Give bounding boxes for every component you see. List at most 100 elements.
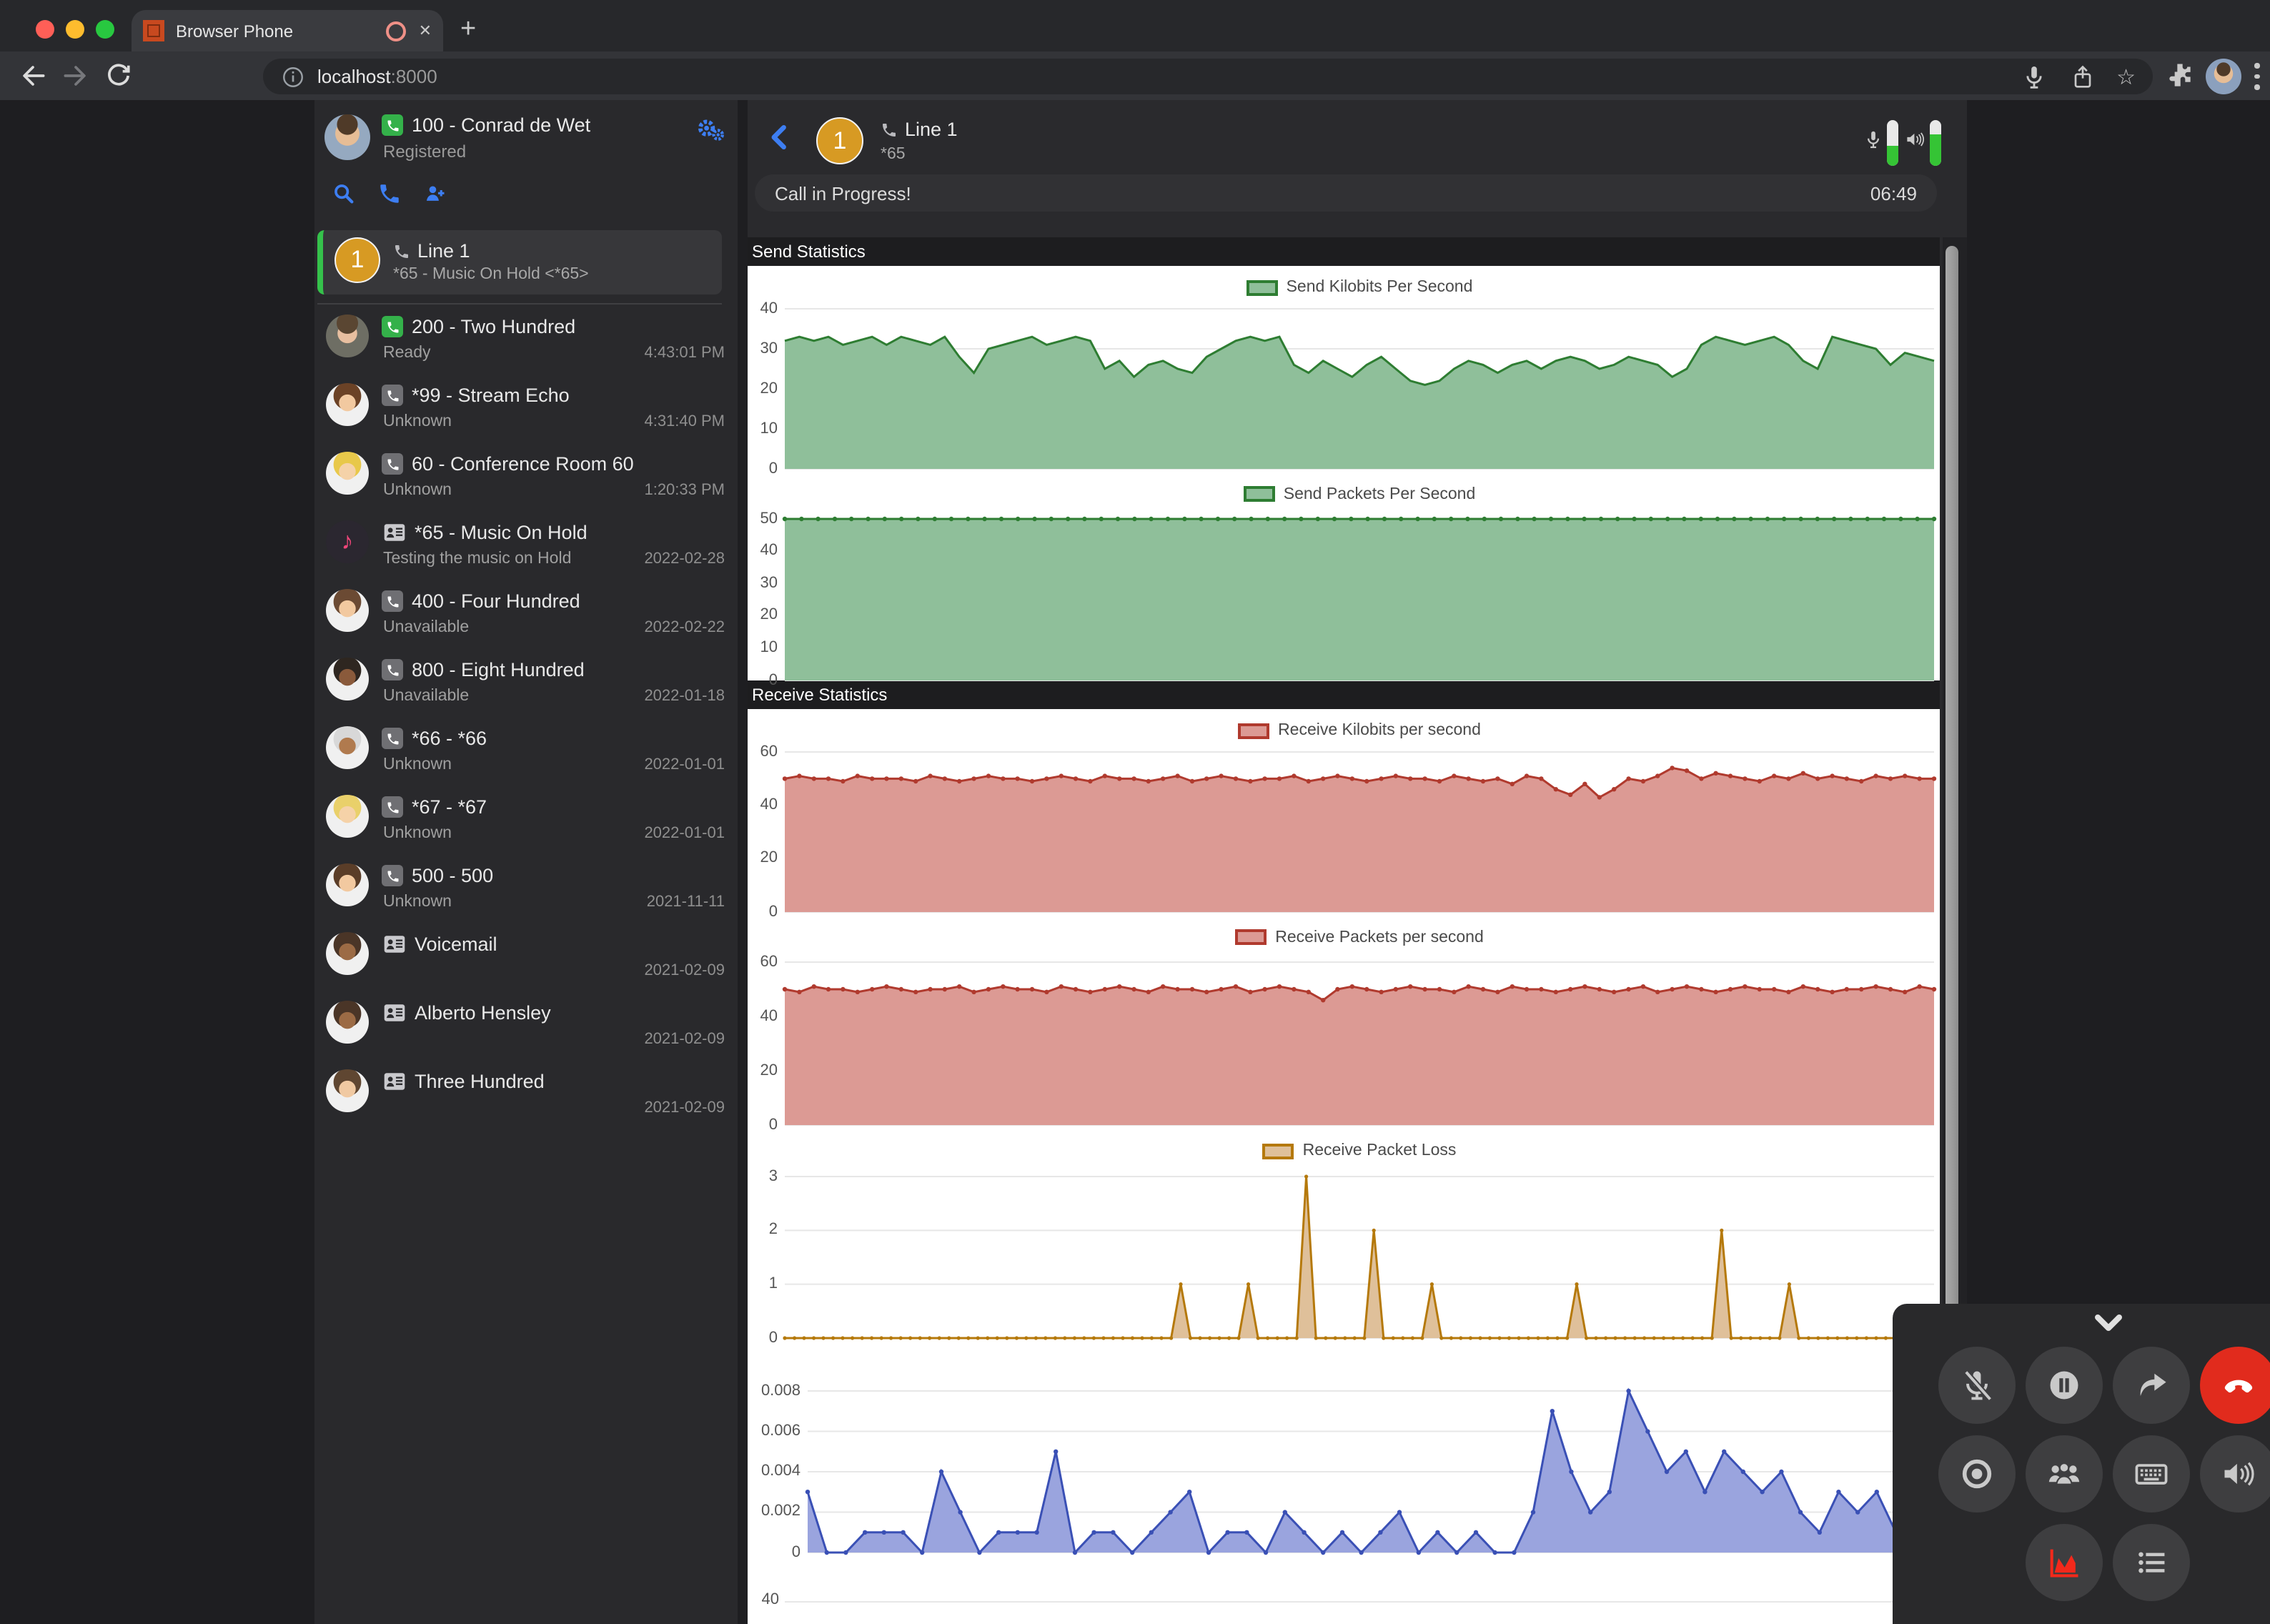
window-close-button[interactable] [36, 20, 54, 39]
back-chevron-icon[interactable] [765, 122, 796, 153]
forward-icon[interactable] [60, 60, 91, 91]
call-details-button[interactable] [2113, 1524, 2190, 1601]
buddy-list-item[interactable]: *66 - *66Unknown2022-01-01 [314, 721, 738, 789]
buddy-status: Unknown [383, 893, 452, 911]
buddy-last-activity: 2022-02-28 [644, 550, 725, 568]
divider [317, 303, 722, 304]
chart-receive-packets-per-second: Receive Packets per second6040200 [748, 912, 1940, 1125]
buddy-list-item[interactable]: 200 - Two HundredReady4:43:01 PM [314, 309, 738, 377]
y-axis-tick: 60 [748, 743, 778, 760]
chart-receive-jitter: 0.0080.0060.0040.0020 [748, 1338, 1940, 1553]
area-chart-red-icon [2046, 1544, 2083, 1581]
handset-down-icon [2220, 1367, 2257, 1404]
y-axis-tick: 20 [748, 380, 778, 397]
hangup-button[interactable] [2200, 1347, 2270, 1424]
mute-button[interactable] [1938, 1347, 2016, 1424]
buddy-list-item[interactable]: 400 - Four HundredUnavailable2022-02-22 [314, 583, 738, 652]
phone-icon [382, 865, 403, 886]
buddy-list-item[interactable]: Voicemail2021-02-09 [314, 926, 738, 995]
bookmark-star-icon[interactable]: ☆ [2116, 64, 2136, 89]
scrollbar-thumb[interactable] [1946, 246, 1958, 1340]
browser-tab[interactable]: Browser Phone ✕ [132, 10, 443, 51]
conference-button[interactable] [2026, 1435, 2103, 1512]
share-icon[interactable] [2068, 62, 2096, 91]
buddy-list-item[interactable]: 500 - 500Unknown2021-11-11 [314, 858, 738, 926]
buddy-avatar [326, 932, 369, 975]
buddy-list-item[interactable]: Three Hundred2021-02-09 [314, 1064, 738, 1132]
y-axis-tick: 1 [748, 1275, 778, 1292]
buddy-avatar [326, 863, 369, 906]
buddy-list-item[interactable]: *99 - Stream EchoUnknown4:31:40 PM [314, 377, 738, 446]
browser-profile-avatar[interactable] [2206, 59, 2241, 94]
statistics-button[interactable] [2026, 1524, 2103, 1601]
line-title: Line 1 [417, 240, 470, 262]
hold-button[interactable] [2026, 1347, 2103, 1424]
active-line-item[interactable]: 1 Line 1 *65 - Music On Hold <*65> [317, 230, 722, 294]
call-status-banner: Call in Progress! 06:49 [755, 174, 1937, 212]
transfer-button[interactable] [2113, 1347, 2190, 1424]
url-text[interactable]: localhost:8000 [317, 66, 1999, 87]
browser-window: Browser Phone ✕ + localhost:8000 ☆ [0, 0, 2270, 1624]
keypad-button[interactable] [2113, 1435, 2190, 1512]
buddy-list-item[interactable]: 800 - Eight HundredUnavailable2022-01-18 [314, 652, 738, 721]
call-status-text: Call in Progress! [775, 182, 1870, 204]
address-bar[interactable]: localhost:8000 ☆ [263, 59, 2153, 94]
call-controls-overlay [1893, 1304, 2270, 1624]
chart-legend: Send Kilobits Per Second [785, 266, 1934, 309]
legend-swatch [1244, 486, 1275, 502]
mic-permission-icon[interactable] [2019, 62, 2048, 91]
y-axis-tick: 40 [748, 299, 778, 317]
buddy-name: Alberto Hensley [415, 1002, 551, 1024]
buddy-list-item[interactable]: *67 - *67Unknown2022-01-01 [314, 789, 738, 858]
buddy-avatar: ♪ [326, 520, 369, 563]
extensions-puzzle-icon[interactable] [2164, 60, 2196, 91]
reload-icon[interactable] [103, 60, 134, 91]
chart-legend: Receive Packet Loss [785, 1125, 1934, 1177]
buddy-list-item[interactable]: 60 - Conference Room 60Unknown1:20:33 PM [314, 446, 738, 515]
buddy-last-activity: 4:43:01 PM [644, 345, 725, 362]
registered-phone-icon [382, 114, 403, 136]
browser-phone-app: 100 - Conrad de Wet Registered 1 Line 1 … [0, 100, 2270, 1624]
call-panel: 1 Line 1 *65 Call in Progress! 06:49 Sen… [748, 100, 1967, 1624]
buddy-avatar [326, 383, 369, 426]
buddy-status: Unknown [383, 756, 452, 773]
add-buddy-icon[interactable] [423, 182, 447, 206]
settings-gear-icon[interactable] [693, 117, 725, 146]
buddy-avatar [326, 658, 369, 700]
audio-output-button[interactable] [2200, 1435, 2270, 1512]
buddy-avatar [326, 452, 369, 495]
buddy-list-item[interactable]: Alberto Hensley2021-02-09 [314, 995, 738, 1064]
back-icon[interactable] [17, 60, 49, 91]
buddy-list-item[interactable]: ♪*65 - Music On HoldTesting the music on… [314, 515, 738, 583]
y-axis-tick: 2 [748, 1221, 778, 1238]
chart-legend: Send Packets Per Second [785, 469, 1934, 519]
y-axis-tick: 10 [748, 420, 778, 437]
browser-menu-icon[interactable] [2254, 63, 2260, 95]
window-minimize-button[interactable] [66, 20, 84, 39]
handset-icon [393, 242, 410, 259]
y-axis-tick: 20 [748, 607, 778, 624]
y-axis-tick: 40 [748, 542, 778, 559]
collapse-chevron-icon[interactable] [2091, 1312, 2126, 1338]
keyboard-icon [2133, 1455, 2170, 1492]
buddy-status: Unknown [383, 482, 452, 499]
dialpad-phone-icon[interactable] [377, 182, 402, 206]
contact-card-icon [382, 934, 406, 955]
chart-send-packets-per-second: Send Packets Per Second50403020100 [748, 469, 1940, 680]
call-timer: 06:49 [1870, 182, 1917, 204]
tab-close-icon[interactable]: ✕ [419, 21, 432, 40]
search-icon[interactable] [332, 182, 356, 206]
buddy-name: 400 - Four Hundred [412, 590, 580, 612]
site-info-icon[interactable] [280, 64, 306, 89]
user-avatar[interactable] [324, 114, 370, 160]
buddy-name: *65 - Music On Hold [415, 522, 588, 543]
arrow-redirect-icon [2133, 1367, 2170, 1404]
chart-section-header: Receive Statistics [748, 680, 1940, 709]
buddy-status: Unknown [383, 825, 452, 842]
speaker-level-meter [1930, 120, 1941, 166]
window-zoom-button[interactable] [96, 20, 114, 39]
record-button[interactable] [1938, 1435, 2016, 1512]
y-axis-tick: 3 [748, 1167, 778, 1184]
chart-receive-kilobits-per-second: Receive Kilobits per second6040200 [748, 709, 1940, 912]
new-tab-button[interactable]: + [460, 11, 476, 49]
